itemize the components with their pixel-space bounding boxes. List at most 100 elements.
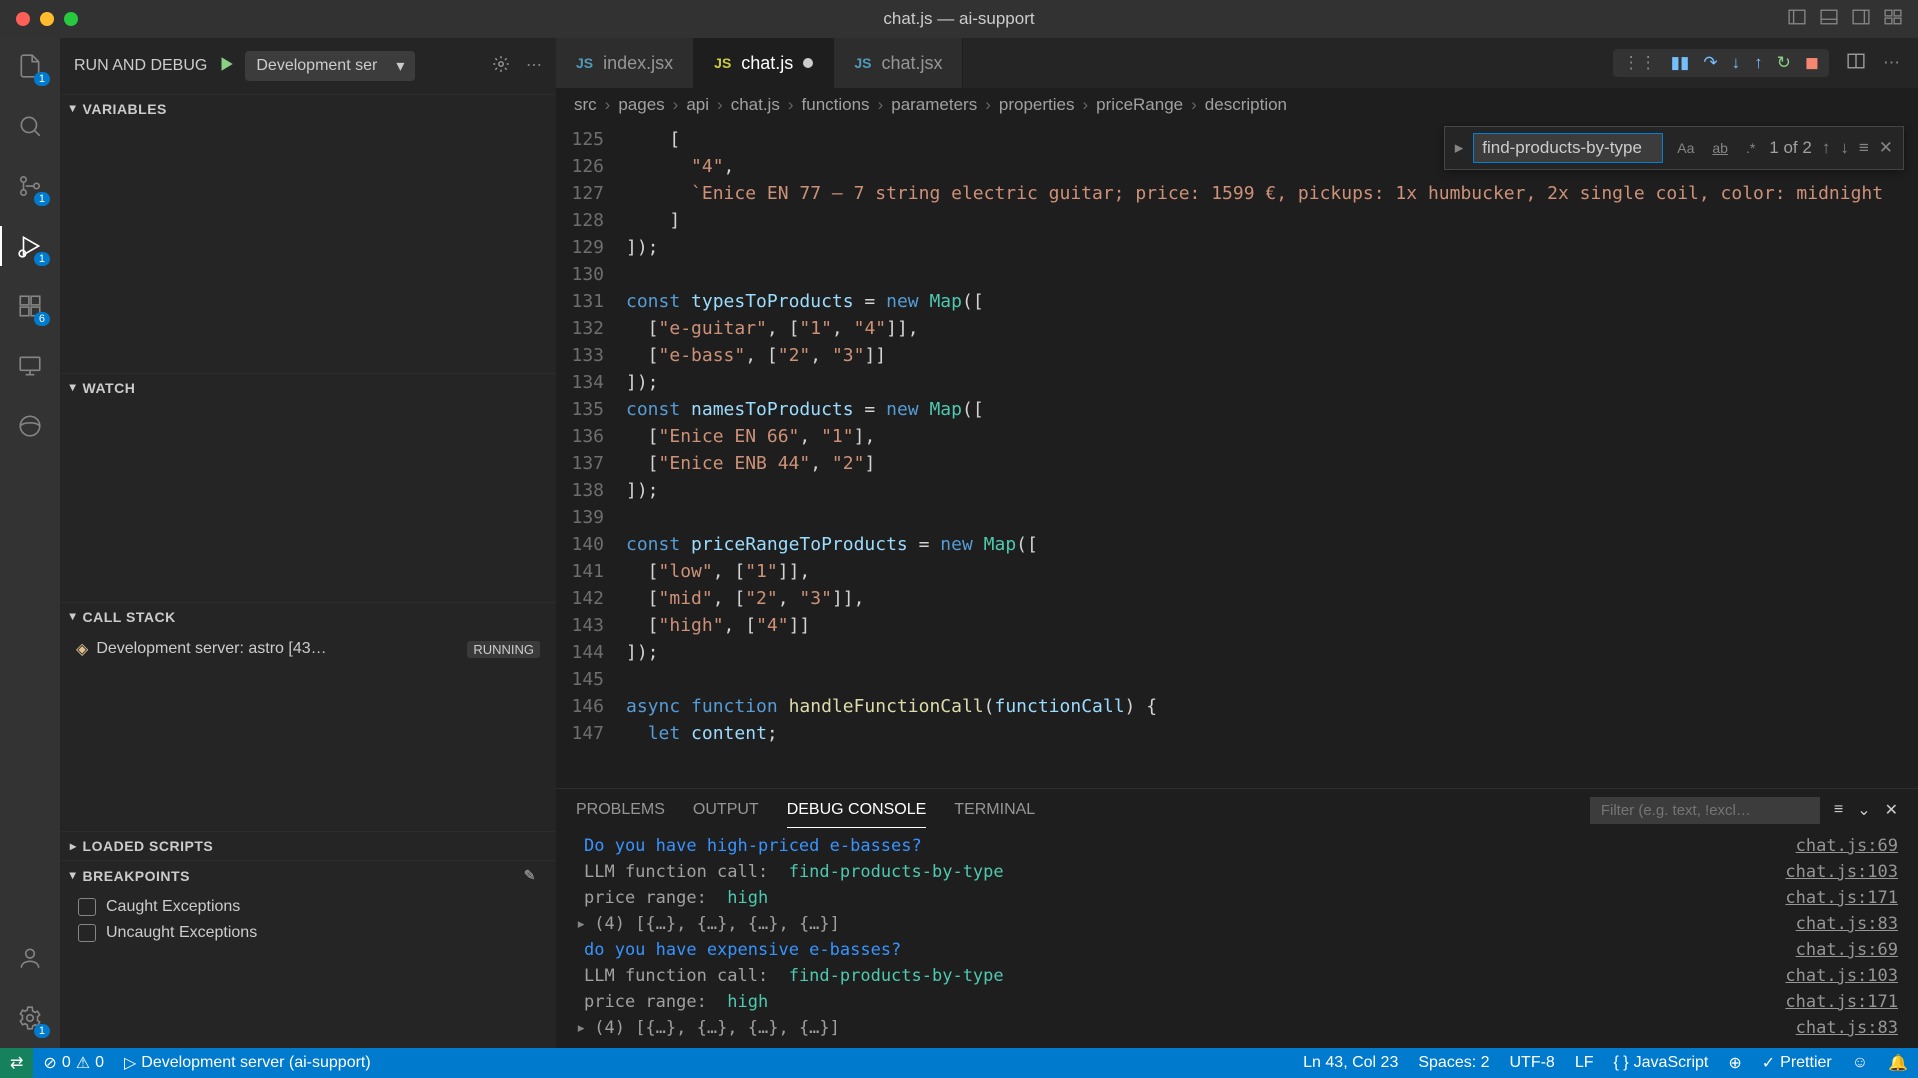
console-line[interactable]: price range: highchat.js:171 [576, 885, 1898, 911]
breadcrumb-item[interactable]: priceRange [1096, 95, 1183, 115]
call-stack-item[interactable]: ◈ Development server: astro [43… RUNNING [60, 635, 556, 663]
layout-panel-right-icon[interactable] [1852, 8, 1870, 31]
code-line[interactable]: 131const typesToProducts = new Map([ [556, 288, 1918, 315]
status-encoding[interactable]: UTF-8 [1500, 1053, 1565, 1073]
status-debug-process[interactable]: ▷ Development server (ai-support) [114, 1053, 381, 1073]
search-icon[interactable] [14, 110, 46, 142]
checkbox[interactable] [78, 898, 96, 916]
layout-panel-left-icon[interactable] [1788, 8, 1806, 31]
call-stack-header[interactable]: ▸ CALL STACK [60, 603, 556, 631]
breadcrumbs[interactable]: src›pages›api›chat.js›functions›paramete… [556, 88, 1918, 122]
console-line[interactable]: Do you have high-priced e-basses?chat.js… [576, 833, 1898, 859]
extensions-icon[interactable]: 6 [14, 290, 46, 322]
maximize-window[interactable] [64, 12, 78, 26]
code-line[interactable]: 138]); [556, 477, 1918, 504]
configure-gear-icon[interactable] [492, 55, 510, 78]
clear-console-icon[interactable]: ≡ [1834, 801, 1843, 819]
regex-icon[interactable]: .* [1742, 138, 1759, 158]
status-feedback-icon[interactable]: ☺ [1842, 1053, 1878, 1073]
more-actions-icon[interactable]: ⋯ [526, 55, 542, 78]
code-line[interactable]: 146async function handleFunctionCall(fun… [556, 693, 1918, 720]
drag-handle-icon[interactable]: ⋮⋮ [1623, 53, 1657, 73]
step-out-icon[interactable]: ↑ [1754, 53, 1763, 73]
status-eol[interactable]: LF [1565, 1053, 1604, 1073]
tab-output[interactable]: OUTPUT [693, 793, 759, 827]
loaded-scripts-header[interactable]: ▸ LOADED SCRIPTS [60, 832, 556, 860]
console-source-link[interactable]: chat.js:103 [1785, 963, 1898, 989]
code-line[interactable]: 127 `Enice EN 77 – 7 string electric gui… [556, 180, 1918, 207]
expand-icon[interactable]: ▸ [576, 1015, 586, 1041]
close-panel-icon[interactable]: ✕ [1885, 800, 1898, 820]
breadcrumb-item[interactable]: chat.js [731, 95, 780, 115]
whole-word-icon[interactable]: ab [1708, 138, 1732, 158]
find-selection-icon[interactable]: ≡ [1859, 138, 1869, 158]
code-line[interactable]: 136 ["Enice EN 66", "1"], [556, 423, 1918, 450]
code-line[interactable]: 128 ] [556, 207, 1918, 234]
find-expand-icon[interactable]: ▸ [1455, 138, 1464, 158]
step-into-icon[interactable]: ↓ [1732, 53, 1741, 73]
breadcrumb-item[interactable]: functions [802, 95, 870, 115]
step-over-icon[interactable]: ↷ [1703, 53, 1717, 73]
more-editor-actions-icon[interactable]: ⋯ [1883, 53, 1900, 73]
code-line[interactable]: 133 ["e-bass", ["2", "3"]] [556, 342, 1918, 369]
code-line[interactable]: 147 let content; [556, 720, 1918, 747]
status-cursor[interactable]: Ln 43, Col 23 [1293, 1053, 1408, 1073]
explorer-icon[interactable]: 1 [14, 50, 46, 82]
checkbox[interactable] [78, 924, 96, 942]
code-line[interactable]: 139 [556, 504, 1918, 531]
start-debug-button[interactable] [217, 55, 235, 78]
console-line[interactable]: ▸(4) [{…}, {…}, {…}, {…}]chat.js:83 [576, 911, 1898, 937]
editor-tab[interactable]: JSchat.jsx [834, 38, 963, 88]
close-window[interactable] [16, 12, 30, 26]
code-line[interactable]: 132 ["e-guitar", ["1", "4"]], [556, 315, 1918, 342]
code-line[interactable]: 143 ["high", ["4"]] [556, 612, 1918, 639]
console-source-link[interactable]: chat.js:69 [1796, 937, 1898, 963]
code-line[interactable]: 134]); [556, 369, 1918, 396]
layout-customize-icon[interactable] [1884, 8, 1902, 31]
status-prettier[interactable]: ✓ Prettier [1752, 1053, 1842, 1073]
settings-gear-icon[interactable]: 1 [14, 1002, 46, 1034]
restart-icon[interactable]: ↻ [1777, 53, 1791, 73]
console-source-link[interactable]: chat.js:171 [1785, 989, 1898, 1015]
tab-problems[interactable]: PROBLEMS [576, 793, 665, 827]
breadcrumb-item[interactable]: parameters [891, 95, 977, 115]
breadcrumb-item[interactable]: api [686, 95, 709, 115]
breadcrumb-item[interactable]: properties [999, 95, 1075, 115]
find-prev-icon[interactable]: ↑ [1822, 138, 1831, 158]
tab-debug-console[interactable]: DEBUG CONSOLE [787, 793, 927, 828]
code-line[interactable]: 141 ["low", ["1"]], [556, 558, 1918, 585]
status-spaces[interactable]: Spaces: 2 [1408, 1053, 1499, 1073]
remote-explorer-icon[interactable] [14, 350, 46, 382]
code-line[interactable]: 130 [556, 261, 1918, 288]
code-line[interactable]: 135const namesToProducts = new Map([ [556, 396, 1918, 423]
watch-header[interactable]: ▸ WATCH [60, 374, 556, 402]
collapse-panel-icon[interactable]: ⌄ [1857, 800, 1870, 820]
code-line[interactable]: 142 ["mid", ["2", "3"]], [556, 585, 1918, 612]
edit-breakpoints-icon[interactable]: ✎ [524, 867, 536, 884]
stop-icon[interactable]: ◼ [1805, 53, 1819, 73]
debug-console-output[interactable]: Do you have high-priced e-basses?chat.js… [556, 831, 1918, 1048]
breadcrumb-item[interactable]: description [1205, 95, 1287, 115]
code-line[interactable]: 145 [556, 666, 1918, 693]
console-input-prompt[interactable]: › [576, 1041, 1898, 1048]
status-language[interactable]: { } JavaScript [1604, 1053, 1719, 1073]
source-control-icon[interactable]: 1 [14, 170, 46, 202]
find-close-icon[interactable]: ✕ [1879, 138, 1893, 158]
console-line[interactable]: LLM function call: find-products-by-type… [576, 859, 1898, 885]
minimize-window[interactable] [40, 12, 54, 26]
console-source-link[interactable]: chat.js:83 [1796, 1015, 1898, 1041]
tab-terminal[interactable]: TERMINAL [954, 793, 1035, 827]
remote-indicator[interactable]: ⇄ [0, 1048, 33, 1078]
find-next-icon[interactable]: ↓ [1840, 138, 1849, 158]
breadcrumb-item[interactable]: src [574, 95, 597, 115]
console-line[interactable]: do you have expensive e-basses?chat.js:6… [576, 937, 1898, 963]
code-line[interactable]: 129]); [556, 234, 1918, 261]
pause-icon[interactable]: ▮▮ [1671, 53, 1690, 73]
code-line[interactable]: 137 ["Enice ENB 44", "2"] [556, 450, 1918, 477]
console-source-link[interactable]: chat.js:83 [1796, 911, 1898, 937]
console-source-link[interactable]: chat.js:103 [1785, 859, 1898, 885]
variables-header[interactable]: ▸ VARIABLES [60, 95, 556, 123]
edge-tools-icon[interactable] [14, 410, 46, 442]
split-editor-icon[interactable] [1847, 52, 1865, 75]
status-live-share-icon[interactable]: ⊕ [1718, 1053, 1751, 1073]
